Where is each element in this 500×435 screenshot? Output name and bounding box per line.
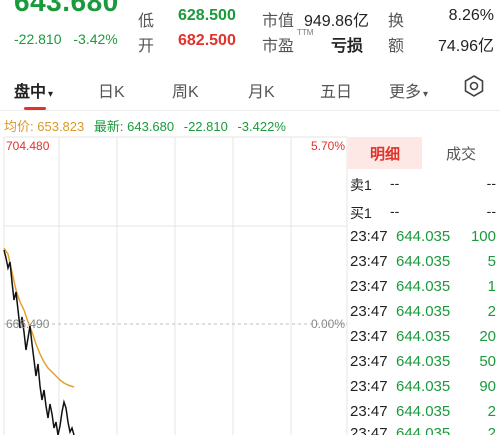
settings-icon[interactable] [462,74,486,103]
pe-value: 亏损 [331,38,364,55]
trade-volume: 5 [487,253,496,270]
open-value: 682.500 [178,32,236,49]
trade-price: 644.035 [396,425,451,435]
trade-detail-panel: 明细 成交 卖1 -- -- 买1 -- -- 23:47 644.035 10… [348,137,500,435]
y-axis-high-pct: 5.70% [311,139,345,153]
pe-ttm-sup: TTM [297,28,314,37]
trade-price: 644.035 [396,278,451,295]
trade-time: 23:47 [350,403,388,420]
trade-time: 23:47 [350,378,388,395]
trade-volume: 1 [487,278,496,295]
trade-row: 23:47 644.035 1 [350,278,498,303]
trade-time: 23:47 [350,303,388,320]
market-cap-value: 949.86亿 [304,13,369,30]
trade-row: 23:47 644.035 2 [350,425,498,435]
open-label: 开 [138,38,155,55]
chart-grid [3,136,348,435]
intraday-chart: 704.480 5.70% 666.490 0.00% [3,136,348,435]
low-label: 低 [138,13,155,30]
orderbook-price: -- [390,203,400,219]
trade-time: 23:47 [350,425,388,435]
turnover-value: 8.26% [448,7,494,24]
trade-price: 644.035 [396,253,451,270]
price-change-pct: -3.42% [73,31,118,47]
trade-time: 23:47 [350,228,388,245]
trade-row: 23:47 644.035 100 [350,228,498,253]
trade-time: 23:47 [350,328,388,345]
trade-volume: 2 [487,403,496,420]
tab-five-day[interactable]: 五日 [320,78,352,102]
price-change-row: -22.810 -3.42% [14,31,126,47]
orderbook-volume: -- [486,175,496,191]
trade-row: 23:47 644.035 90 [350,378,498,403]
trade-price: 644.035 [396,228,451,245]
pe-label: 市盈 [262,38,295,55]
trade-volume: 100 [470,228,496,245]
tab-trades[interactable]: 成交 [424,137,498,169]
orderbook-price: -- [390,175,400,191]
turnover-label: 换 [388,13,405,30]
trade-row: 23:47 644.035 5 [350,253,498,278]
trade-price: 644.035 [396,353,451,370]
trade-volume: 2 [487,303,496,320]
trade-row: 23:47 644.035 2 [350,303,498,328]
trade-volume: 20 [479,328,496,345]
trade-volume: 2 [487,425,496,435]
trade-volume: 50 [479,353,496,370]
caret-down-icon: ▾ [423,89,429,100]
chart-tabs: 盘中 ▾ 日K 周K 月K 五日 更多 ▾ [0,66,500,110]
price-line [3,249,75,435]
orderbook-label: 买1 [350,205,372,221]
orderbook-volume: -- [486,203,496,219]
market-cap-label: 市值 [262,13,295,30]
trade-price: 644.035 [396,403,451,420]
current-price: 643.680 [14,0,119,17]
price-change: -22.810 [14,31,62,47]
trade-time: 23:47 [350,278,388,295]
amount-value: 74.96亿 [437,38,494,55]
tab-more-label: 更多 [389,84,422,101]
amount-label: 额 [388,38,405,55]
trade-time: 23:47 [350,253,388,270]
trade-price: 644.035 [396,328,451,345]
tab-intraday[interactable]: 盘中 ▾ [14,78,53,102]
tab-daily-k[interactable]: 日K [98,78,125,102]
y-axis-mid-label: 666.490 [6,317,50,331]
panel-tabs: 明细 成交 [348,137,500,169]
trade-price: 644.035 [396,303,451,320]
tab-more[interactable]: 更多 ▾ [389,78,428,102]
trade-row: 23:47 644.035 20 [350,328,498,353]
tabs-divider [0,110,500,111]
trade-volume: 90 [479,378,496,395]
tab-weekly-k[interactable]: 周K [172,78,199,102]
orderbook-label: 卖1 [350,177,372,193]
tab-monthly-k[interactable]: 月K [248,78,275,102]
trade-price: 644.035 [396,378,451,395]
low-value: 628.500 [178,7,236,24]
y-axis-high-label: 704.480 [6,139,50,153]
trade-row: 23:47 644.035 50 [350,353,498,378]
orderbook-row-ask1: 卖1 -- -- [350,175,498,195]
orderbook-row-bid1: 买1 -- -- [350,203,498,223]
tab-intraday-label: 盘中 [14,84,47,101]
y-axis-mid-pct: 0.00% [311,317,345,331]
caret-down-icon: ▾ [48,89,54,100]
trade-time: 23:47 [350,353,388,370]
tab-detail[interactable]: 明细 [348,137,422,169]
